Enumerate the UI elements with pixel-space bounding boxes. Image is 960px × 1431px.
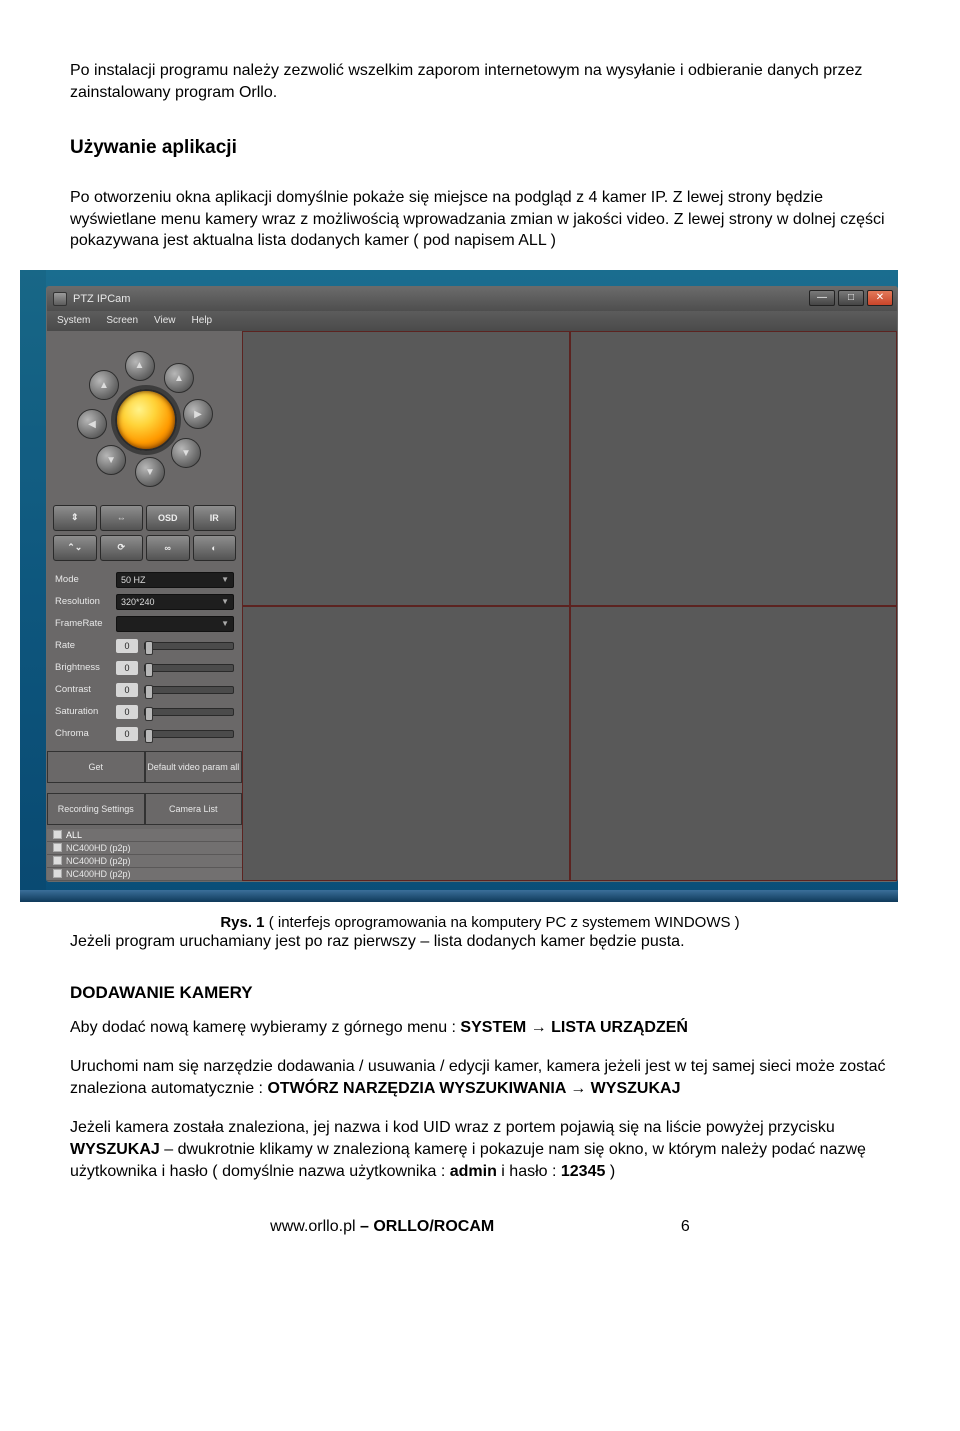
menu-system[interactable]: System [57,315,90,326]
video-cell[interactable] [570,331,898,606]
resolution-select[interactable]: 320*240▼ [116,594,234,610]
window-title: PTZ IPCam [73,293,130,305]
checkbox-icon[interactable] [53,856,62,865]
ptz-sw-icon[interactable]: ▼ [96,445,126,475]
btn-vertical-flip[interactable]: ⇕ [53,505,97,531]
ptz-control[interactable]: ▲ ▲ ▶ ▼ ▼ ▼ ◀ ▲ [47,335,242,503]
checkbox-icon[interactable] [53,830,62,839]
btn-iris[interactable]: ◐ [193,535,237,561]
camera-list: ALL NC400HD (p2p) NC400HD (p2p) NC400HD … [47,829,242,881]
brightness-slider[interactable] [144,664,234,672]
usage-paragraph: Po otworzeniu okna aplikacji domyślnie p… [70,187,890,252]
ptz-center-button[interactable] [115,389,177,451]
saturation-slider[interactable] [144,708,234,716]
mode-label: Mode [55,574,110,585]
ptz-left-icon[interactable]: ◀ [77,409,107,439]
default-param-button[interactable]: Default video param all [145,751,243,783]
chroma-label: Chroma [55,728,110,739]
btn-patrol[interactable]: ⌃⌄ [53,535,97,561]
intro-paragraph: Po instalacji programu należy zezwolić w… [70,60,890,103]
brightness-value: 0 [116,661,138,675]
btn-focus[interactable]: ∞ [146,535,190,561]
video-cell[interactable] [570,606,898,881]
rate-label: Rate [55,640,110,651]
page-footer: www.orllo.pl – ORLLO/ROCAM 6 [70,1218,890,1236]
chevron-down-icon: ▼ [221,597,229,606]
chevron-down-icon: ▼ [221,575,229,584]
contrast-slider[interactable] [144,686,234,694]
chroma-slider[interactable] [144,730,234,738]
add-camera-step3: Jeżeli kamera została znaleziona, jej na… [70,1117,890,1182]
app-screenshot: PTZ IPCam — □ ✕ System Screen View Help … [20,270,898,902]
checkbox-icon[interactable] [53,843,62,852]
ptz-nw-icon[interactable]: ▲ [88,370,118,400]
chevron-down-icon: ▼ [221,619,229,628]
video-cell[interactable] [242,606,570,881]
recording-settings-button[interactable]: Recording Settings [47,793,145,825]
sidebar: ▲ ▲ ▶ ▼ ▼ ▼ ◀ ▲ ⇕ ⇔ [47,331,242,881]
btn-osd[interactable]: OSD [146,505,190,531]
camera-list-all[interactable]: ALL [47,829,242,842]
app-window: PTZ IPCam — □ ✕ System Screen View Help … [46,286,898,882]
add-camera-heading: DODAWANIE KAMERY [70,983,890,1003]
page-number: 6 [681,1218,690,1235]
app-icon [53,292,67,306]
contrast-value: 0 [116,683,138,697]
figure-caption: Rys. 1 ( interfejs oprogramowania na kom… [70,914,890,931]
get-button[interactable]: Get [47,751,145,783]
framerate-label: FrameRate [55,618,110,629]
saturation-label: Saturation [55,706,110,717]
menu-view[interactable]: View [154,315,176,326]
contrast-label: Contrast [55,684,110,695]
add-camera-step2: Uruchomi nam się narzędzie dodawania / u… [70,1056,890,1099]
saturation-value: 0 [116,705,138,719]
btn-refresh[interactable]: ⟳ [100,535,144,561]
camera-list-item[interactable]: NC400HD (p2p) [47,855,242,868]
titlebar: PTZ IPCam — □ ✕ [47,287,897,311]
ptz-down-icon[interactable]: ▼ [135,457,165,487]
btn-ir[interactable]: IR [193,505,237,531]
ptz-se-icon[interactable]: ▼ [171,438,201,468]
menu-screen[interactable]: Screen [106,315,138,326]
mode-select[interactable]: 50 HZ▼ [116,572,234,588]
usage-heading: Używanie aplikacji [70,137,890,159]
menu-help[interactable]: Help [192,315,213,326]
resolution-label: Resolution [55,596,110,607]
chroma-value: 0 [116,727,138,741]
camera-list-item[interactable]: NC400HD (p2p) [47,842,242,855]
video-cell[interactable] [242,331,570,606]
framerate-select[interactable]: ▼ [116,616,234,632]
camera-list-button[interactable]: Camera List [145,793,243,825]
add-camera-step1: Aby dodać nową kamerę wybieramy z górneg… [70,1017,890,1039]
maximize-button[interactable]: □ [838,290,864,306]
ptz-ne-icon[interactable]: ▲ [163,363,193,393]
menubar: System Screen View Help [47,311,897,331]
video-grid [242,331,897,881]
close-button[interactable]: ✕ [867,290,893,306]
camera-list-item[interactable]: NC400HD (p2p) [47,868,242,881]
rate-slider[interactable] [144,642,234,650]
checkbox-icon[interactable] [53,869,62,878]
btn-horizontal-flip[interactable]: ⇔ [100,505,144,531]
minimize-button[interactable]: — [809,290,835,306]
rate-value: 0 [116,639,138,653]
brightness-label: Brightness [55,662,110,673]
ptz-right-icon[interactable]: ▶ [183,399,213,429]
first-run-note: Jeżeli program uruchamiany jest po raz p… [70,931,890,953]
